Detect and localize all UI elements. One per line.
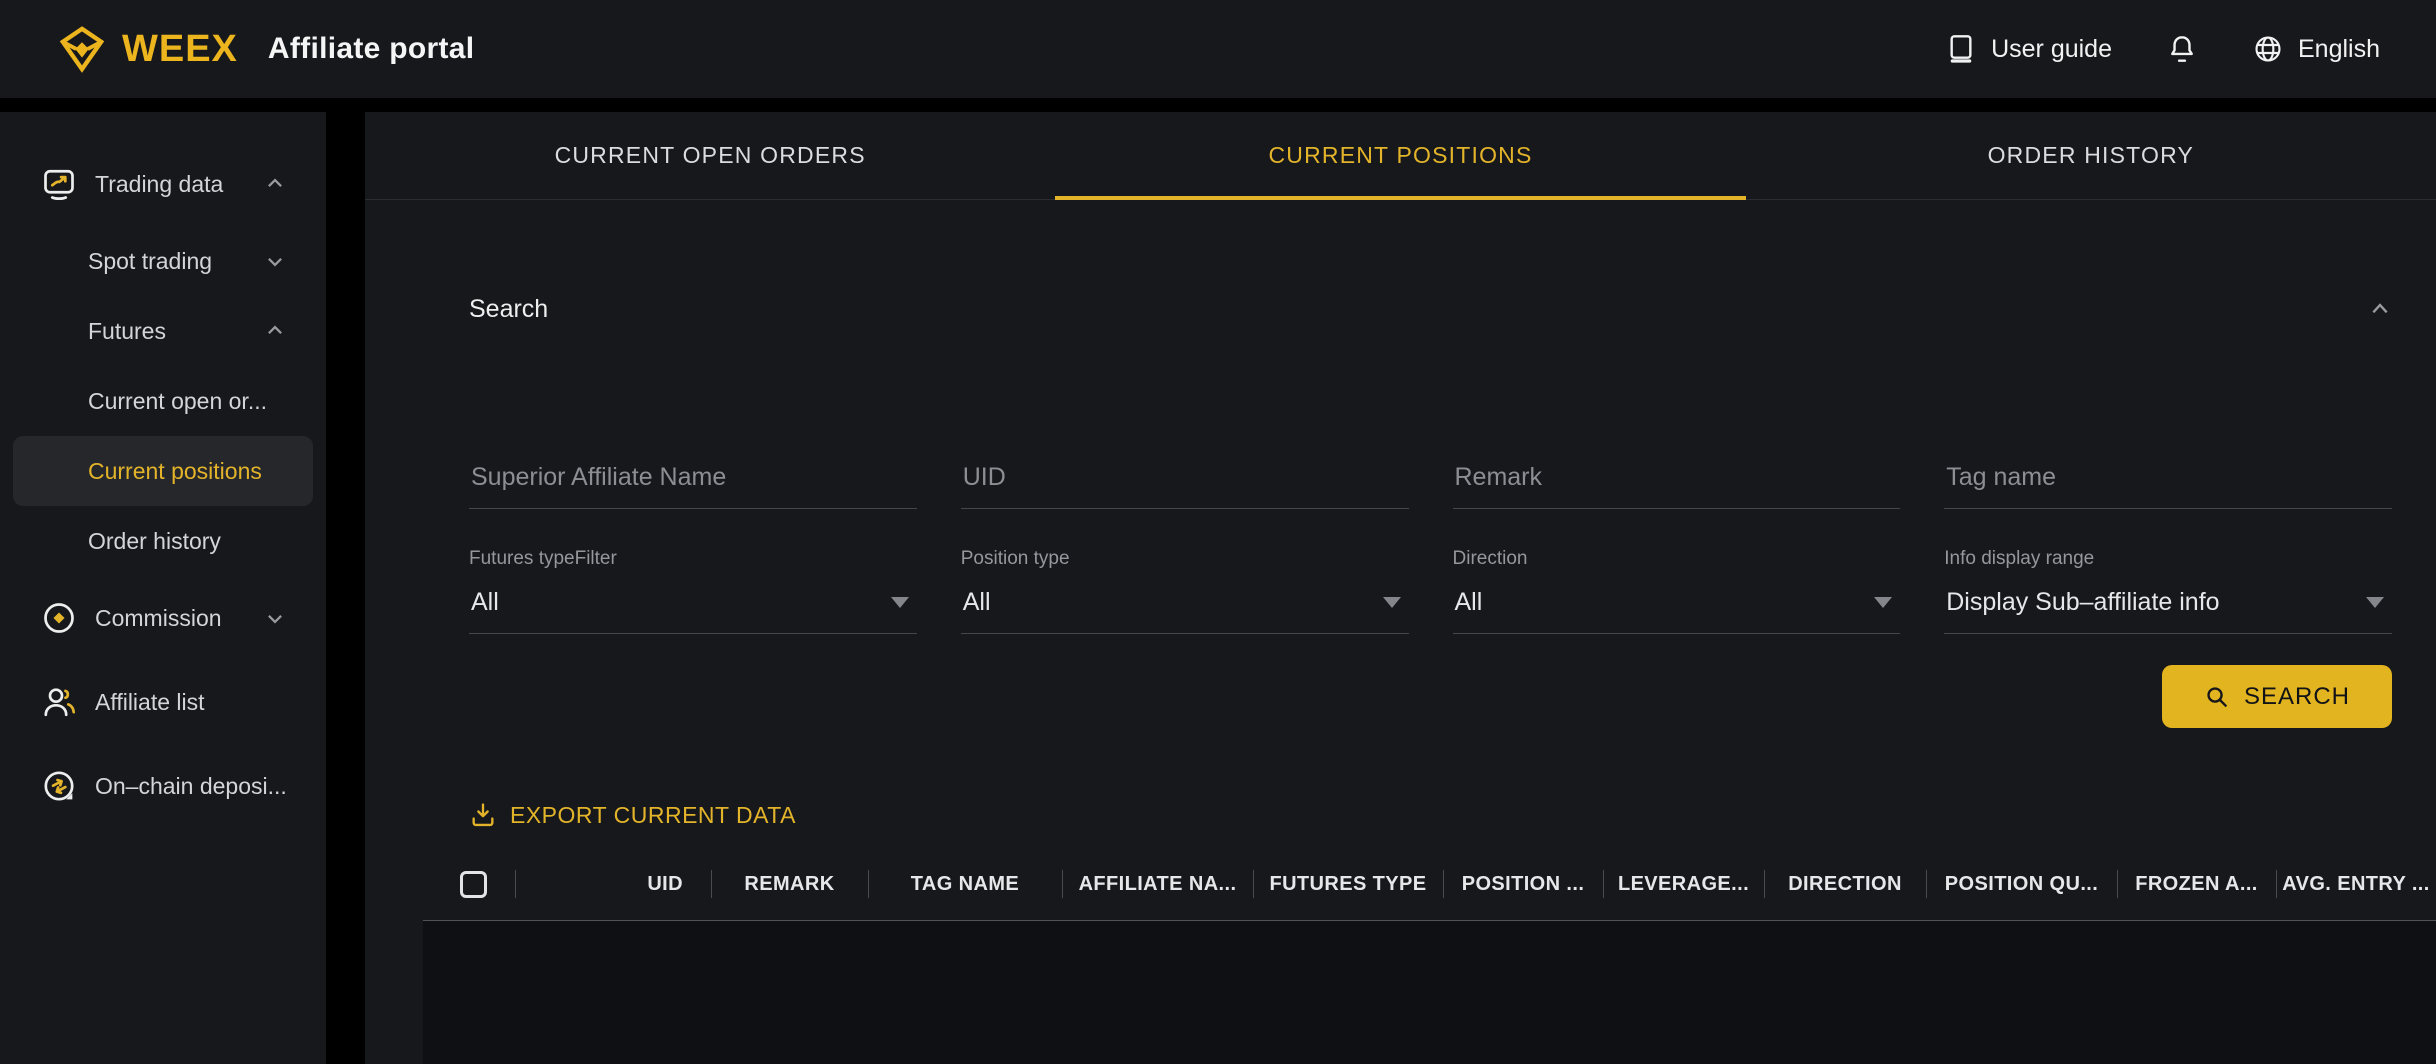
commission-diamond-icon: [41, 600, 77, 636]
onchain-transfer-icon: [41, 768, 77, 804]
notifications-button[interactable]: [2166, 33, 2198, 65]
header-cell-position-quantity: POSITION QU...: [1926, 848, 2117, 920]
chevron-down-icon: [265, 251, 285, 271]
header-cell-position-type: POSITION ...: [1443, 848, 1603, 920]
superior-affiliate-name-input[interactable]: [469, 463, 917, 509]
sidebar-item-label: Commission: [95, 605, 222, 632]
header-cell-affiliate-name: AFFILIATE NA...: [1062, 848, 1253, 920]
book-icon: [1945, 33, 1977, 65]
globe-icon: [2252, 33, 2284, 65]
sidebar-item-trading-data[interactable]: Trading data: [13, 142, 313, 226]
remark-input[interactable]: [1453, 463, 1901, 509]
position-type-select-group: Position type All: [961, 548, 1409, 634]
info-display-range-value: Display Sub–affiliate info: [1946, 588, 2219, 617]
caret-down-icon: [1874, 597, 1892, 608]
page-title: Affiliate portal: [268, 32, 474, 66]
user-guide-label: User guide: [1991, 35, 2112, 64]
header-cell-leverage: LEVERAGE...: [1603, 848, 1764, 920]
sidebar-item-onchain-deposit[interactable]: On–chain deposi...: [13, 744, 313, 828]
language-selector[interactable]: English: [2252, 33, 2380, 65]
caret-down-icon: [891, 597, 909, 608]
sidebar-item-label: Trading data: [95, 171, 223, 198]
direction-value: All: [1455, 588, 1483, 617]
tab-bar: CURRENT OPEN ORDERS CURRENT POSITIONS OR…: [365, 112, 2436, 200]
export-current-data-button[interactable]: EXPORT CURRENT DATA: [469, 800, 2392, 830]
positions-table: UID REMARK TAG NAME AFFILIATE NA... FUTU…: [423, 848, 2436, 1064]
export-label: EXPORT CURRENT DATA: [510, 802, 796, 829]
futures-type-select[interactable]: All: [469, 570, 917, 634]
bell-icon: [2166, 33, 2198, 65]
header-cell-avg-entry: AVG. ENTRY ...: [2276, 848, 2436, 920]
futures-type-label: Futures typeFilter: [469, 548, 917, 570]
sidebar-item-label: Current open or...: [88, 388, 267, 415]
brand: WEEX: [56, 25, 238, 73]
search-button[interactable]: SEARCH: [2162, 665, 2392, 728]
table-header-row: UID REMARK TAG NAME AFFILIATE NA... FUTU…: [423, 848, 2436, 920]
info-display-range-label: Info display range: [1944, 548, 2392, 570]
uid-input[interactable]: [961, 463, 1409, 509]
sidebar-item-order-history[interactable]: Order history: [13, 506, 313, 576]
tag-name-input[interactable]: [1944, 463, 2392, 509]
direction-label: Direction: [1453, 548, 1901, 570]
sidebar-item-affiliate-list[interactable]: Affiliate list: [13, 660, 313, 744]
position-type-label: Position type: [961, 548, 1409, 570]
main-content: CURRENT OPEN ORDERS CURRENT POSITIONS OR…: [365, 112, 2436, 1064]
sidebar: Trading data Spot trading Futures Curren…: [0, 112, 326, 1064]
direction-select-group: Direction All: [1453, 548, 1901, 634]
sidebar-item-current-open-orders[interactable]: Current open or...: [13, 366, 313, 436]
sidebar-item-label: Order history: [88, 528, 221, 555]
chevron-up-icon: [265, 321, 285, 341]
chevron-up-icon: [265, 174, 285, 194]
position-type-select[interactable]: All: [961, 570, 1409, 634]
caret-down-icon: [2366, 597, 2384, 608]
sidebar-item-label: Spot trading: [88, 248, 212, 275]
select-all-checkbox[interactable]: [460, 871, 487, 898]
chevron-down-icon: [265, 608, 285, 628]
header-cell-checkbox: [423, 848, 515, 920]
tab-current-positions[interactable]: CURRENT POSITIONS: [1055, 112, 1745, 199]
search-icon: [2204, 684, 2230, 710]
header-cell-direction: DIRECTION: [1764, 848, 1926, 920]
futures-type-select-group: Futures typeFilter All: [469, 548, 917, 634]
people-icon: [41, 684, 77, 720]
search-button-label: SEARCH: [2244, 683, 2350, 711]
position-type-value: All: [963, 588, 991, 617]
weex-logo-icon: [56, 25, 108, 73]
trading-monitor-icon: [41, 166, 77, 202]
tab-current-open-orders[interactable]: CURRENT OPEN ORDERS: [365, 112, 1055, 199]
sidebar-item-current-positions[interactable]: Current positions: [13, 436, 313, 506]
collapse-panel-chevron-icon[interactable]: [2368, 297, 2392, 321]
header-cell-remark: REMARK: [711, 848, 868, 920]
download-icon: [469, 801, 497, 829]
header-cell-futures-type: FUTURES TYPE: [1253, 848, 1443, 920]
sidebar-item-label: Futures: [88, 318, 166, 345]
brand-name: WEEX: [122, 28, 238, 71]
direction-select[interactable]: All: [1453, 570, 1901, 634]
user-guide-link[interactable]: User guide: [1945, 33, 2112, 65]
info-display-range-select[interactable]: Display Sub–affiliate info: [1944, 570, 2392, 634]
top-bar: WEEX Affiliate portal User guide English: [0, 0, 2436, 98]
header-cell-tag-name: TAG NAME: [868, 848, 1062, 920]
header-cell-uid: UID: [515, 848, 711, 920]
info-display-range-select-group: Info display range Display Sub–affiliate…: [1944, 548, 2392, 634]
sidebar-item-label: Current positions: [88, 458, 262, 485]
caret-down-icon: [1383, 597, 1401, 608]
header-cell-frozen-amount: FROZEN A...: [2117, 848, 2276, 920]
search-panel-title: Search: [469, 295, 548, 324]
tab-order-history[interactable]: ORDER HISTORY: [1746, 112, 2436, 199]
sidebar-item-futures[interactable]: Futures: [13, 296, 313, 366]
sidebar-item-commission[interactable]: Commission: [13, 576, 313, 660]
sidebar-item-label: Affiliate list: [95, 689, 205, 716]
futures-type-value: All: [471, 588, 499, 617]
table-body-empty: [423, 920, 2436, 1064]
sidebar-item-spot-trading[interactable]: Spot trading: [13, 226, 313, 296]
language-label: English: [2298, 35, 2380, 64]
sidebar-item-label: On–chain deposi...: [95, 773, 287, 800]
